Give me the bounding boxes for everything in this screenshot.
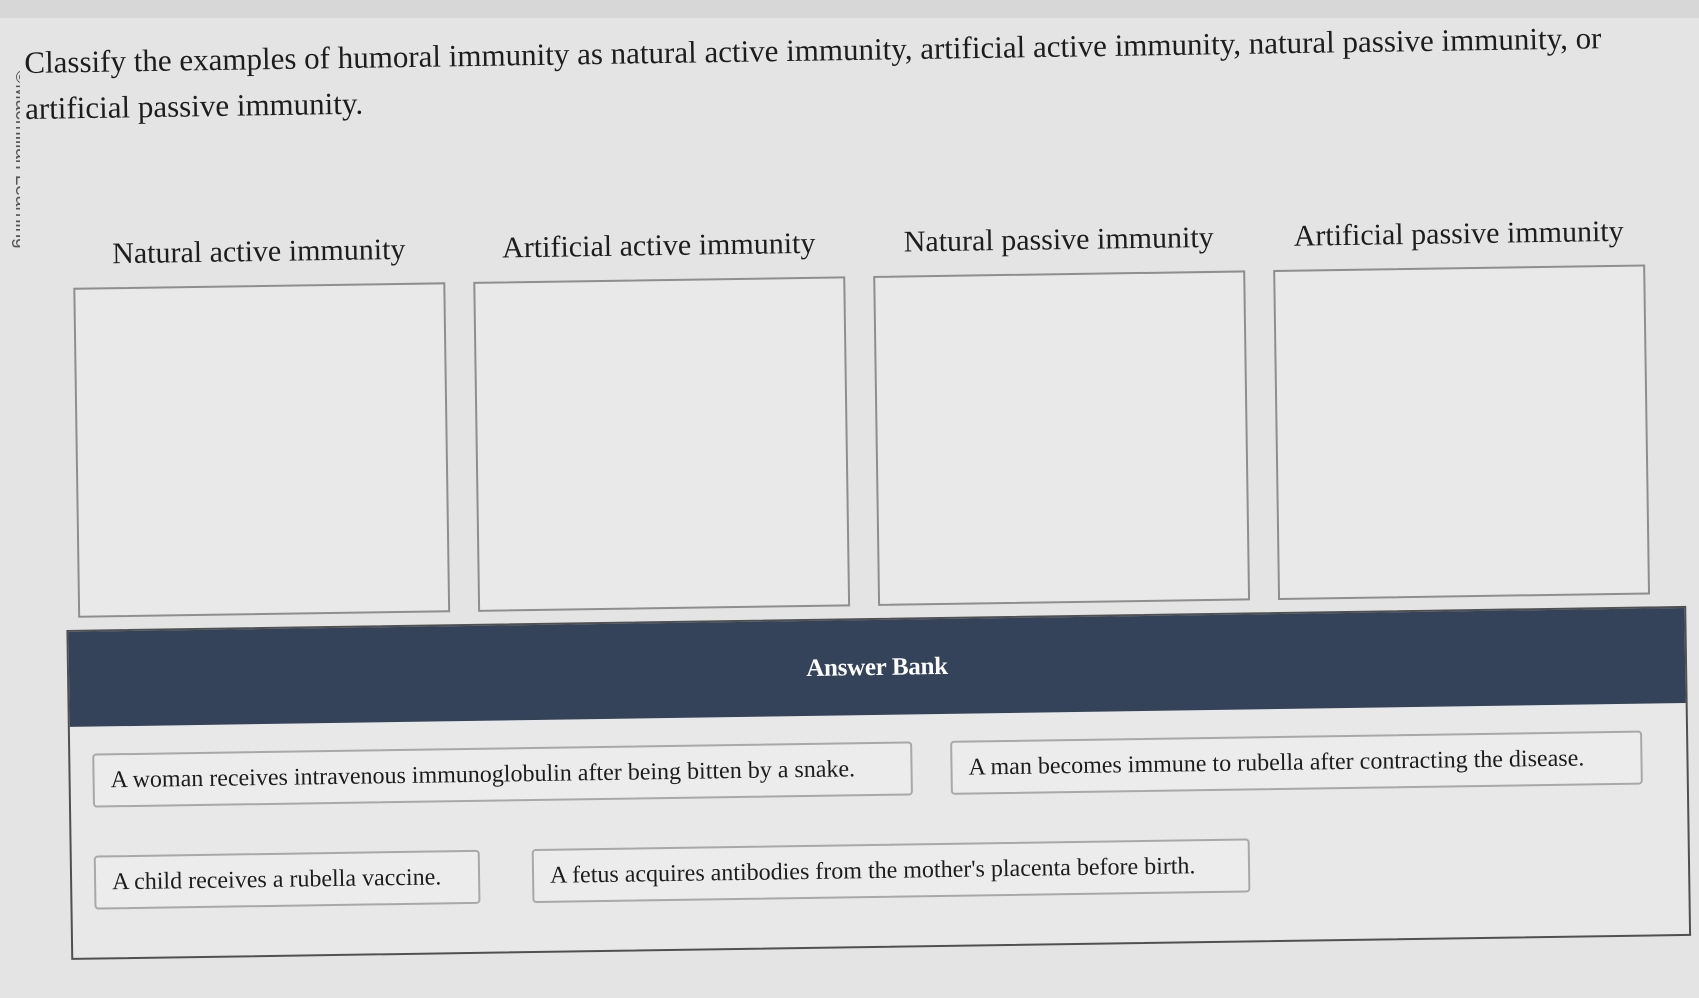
answer-chip-rubella-vaccine[interactable]: A child receives a rubella vaccine. [93,849,481,910]
drop-zone-natural-passive[interactable] [873,270,1251,606]
bin-title: Natural active immunity [111,232,406,271]
bin-title: Artificial passive immunity [1293,214,1624,253]
bin-artificial-active: Artificial active immunity [472,218,851,612]
bin-natural-active: Natural active immunity [72,224,451,618]
classification-workspace: Natural active immunity Artificial activ… [60,176,1692,960]
bins-row: Natural active immunity Artificial activ… [72,206,1677,618]
bin-title: Artificial active immunity [501,226,816,265]
answer-chip-placental-antibodies[interactable]: A fetus acquires antibodies from the mot… [531,838,1251,904]
bin-artificial-passive: Artificial passive immunity [1272,206,1651,600]
question-prompt: Classify the examples of humoral immunit… [24,20,1602,126]
bin-natural-passive: Natural passive immunity [872,212,1251,606]
drop-zone-natural-active[interactable] [73,282,451,618]
bin-title: Natural passive immunity [903,220,1214,259]
top-strip [0,0,1699,18]
copyright-text: ©Macmillan Learning [11,70,20,249]
answer-bank-items: A woman receives intravenous immunoglobu… [70,703,1689,958]
answer-chip-rubella-infection[interactable]: A man becomes immune to rubella after co… [950,730,1643,795]
drop-zone-artificial-passive[interactable] [1273,264,1651,600]
answer-chip-snake-bite[interactable]: A woman receives intravenous immunoglobu… [92,741,913,808]
drop-zone-artificial-active[interactable] [473,276,851,612]
copyright-watermark: ©Macmillan Learning [0,70,20,330]
answer-bank: Answer Bank A woman receives intravenous… [66,605,1692,960]
